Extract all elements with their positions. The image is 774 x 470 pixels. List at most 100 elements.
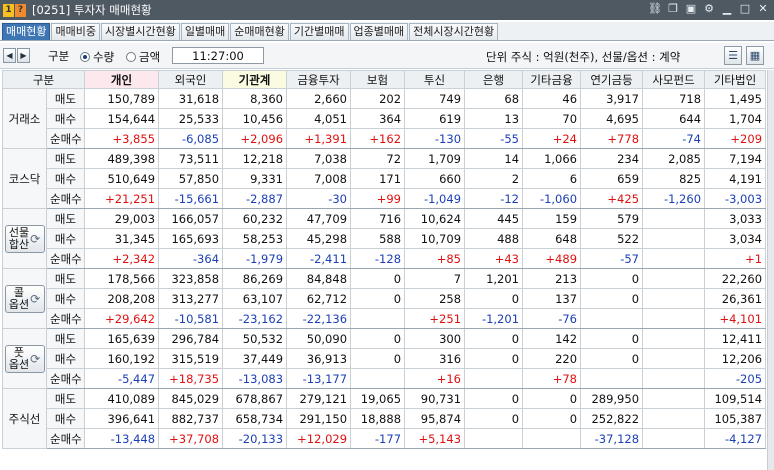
table-cell: 315,519	[158, 348, 224, 369]
table-cell: +18,735	[158, 368, 224, 389]
row-type-label: 순매수	[45, 368, 86, 389]
market-segment[interactable]: 풋 옵션 ⟳	[2, 328, 47, 389]
prev-arrow-icon[interactable]: ◀	[3, 48, 16, 63]
tab-2[interactable]: 시장별시간현황	[100, 23, 180, 40]
table-cell: 579	[580, 208, 644, 229]
table-cell: 4,695	[580, 108, 644, 129]
radio-quantity-label: 수량	[93, 50, 115, 64]
table-cell: +1,391	[286, 128, 352, 149]
table-cell: 0	[464, 288, 524, 309]
table-cell: 510,649	[84, 168, 160, 189]
window-title: [0251] 투자자 매매현황	[32, 3, 152, 17]
tab-3[interactable]: 일별매매	[180, 23, 230, 40]
copy-icon[interactable]: ❐	[666, 2, 680, 16]
header-private-fund[interactable]: 사모펀드	[642, 70, 706, 89]
table-cell: 109,514	[704, 388, 767, 409]
row-type-label: 매도	[45, 208, 86, 229]
table-cell	[642, 228, 706, 249]
tab-4[interactable]: 순매매현황	[230, 23, 289, 40]
table-cell	[642, 268, 706, 289]
radio-quantity[interactable]: 수량	[80, 49, 114, 65]
header-financial-investment[interactable]: 금융투자	[286, 70, 352, 89]
segment-toggle-button[interactable]: 선물 합산 ⟳	[4, 224, 45, 253]
maximize-icon[interactable]: □	[738, 2, 752, 16]
row-type-label: 매도	[45, 268, 86, 289]
tab-7[interactable]: 전체시장시간현황	[409, 23, 499, 40]
list-view-icon[interactable]: ☰	[724, 46, 742, 65]
radio-amount-dot[interactable]	[126, 52, 136, 62]
row-type-label: 매수	[45, 288, 86, 309]
vertical-scrollbar[interactable]	[767, 70, 774, 470]
header-type[interactable]: 구분	[1, 70, 86, 89]
table-cell: 313,277	[158, 288, 224, 309]
table-cell	[642, 348, 706, 369]
table-cell: 2	[464, 168, 524, 189]
radio-quantity-dot[interactable]	[80, 52, 90, 62]
table-cell: 0	[522, 388, 582, 409]
header-individual[interactable]: 개인	[84, 70, 160, 89]
market-segment[interactable]: 콜 옵션 ⟳	[2, 268, 47, 329]
table-cell: 234	[580, 148, 644, 169]
table-cell: 22,260	[704, 268, 767, 289]
close-icon[interactable]: ✕	[756, 2, 770, 16]
header-other-corp[interactable]: 기타법인	[704, 70, 767, 89]
table-cell	[642, 328, 706, 349]
tab-5[interactable]: 기간별매매	[289, 23, 349, 40]
header-other-finance[interactable]: 기타금융	[522, 70, 582, 89]
segment-toggle-button[interactable]: 풋 옵션 ⟳	[4, 344, 45, 373]
table-cell: 73,511	[158, 148, 224, 169]
table-cell: -13,448	[84, 428, 160, 449]
table-cell: 660	[404, 168, 466, 189]
table-cell: -57	[580, 248, 644, 269]
header-institution[interactable]: 기관계	[222, 70, 288, 89]
camera-icon[interactable]: ▣	[684, 2, 698, 16]
row-type-label: 매수	[45, 168, 86, 189]
table-cell: -177	[350, 428, 406, 449]
table-cell: -12	[464, 188, 524, 209]
table-cell: +29,642	[84, 308, 160, 329]
header-insurance[interactable]: 보험	[350, 70, 406, 89]
tab-1[interactable]: 매매비중	[51, 23, 100, 40]
table-row: 거래소 매도 150,789 31,618 8,360 2,660 202 749 68 46 3,…	[2, 88, 767, 149]
table-cell: 296,784	[158, 328, 224, 349]
radio-amount[interactable]: 금액	[126, 49, 160, 65]
table-cell: 749	[404, 88, 466, 109]
tab-0[interactable]: 매매현황	[2, 23, 51, 40]
table-cell: -13,177	[286, 368, 352, 389]
table-cell: 2,660	[286, 88, 352, 109]
table-cell: 84,848	[286, 268, 352, 289]
window-badge-1[interactable]: 1	[3, 3, 14, 17]
header-foreign[interactable]: 외국인	[158, 70, 224, 89]
segment-toggle-button[interactable]: 콜 옵션 ⟳	[4, 284, 45, 313]
table-cell: 7,008	[286, 168, 352, 189]
time-input[interactable]: 11:27:00	[172, 47, 264, 64]
table-cell: 0	[350, 288, 406, 309]
row-type-label: 매수	[45, 348, 86, 369]
investor-trading-table: 구분 개인 외국인 기관계 금융투자 보험 투신 은행 기타금융 연기금등 사모…	[1, 70, 767, 449]
table-cell	[642, 248, 706, 269]
table-cell: 60,232	[222, 208, 288, 229]
window-badge-2[interactable]: ?	[15, 3, 26, 17]
row-type-label: 순매수	[45, 128, 86, 149]
link-icon[interactable]: ⛓	[648, 2, 662, 16]
segment-label: 코스닥	[8, 171, 41, 186]
table-cell: 644	[642, 108, 706, 129]
table-cell: 291,150	[286, 408, 352, 429]
next-arrow-icon[interactable]: ▶	[17, 48, 30, 63]
tab-6[interactable]: 업종별매매	[349, 23, 409, 40]
table-cell: +2,096	[222, 128, 288, 149]
table-cell: 0	[464, 348, 524, 369]
header-bank[interactable]: 은행	[464, 70, 524, 89]
table-cell: -3,003	[704, 188, 767, 209]
header-pension[interactable]: 연기금등	[580, 70, 644, 89]
table-row: 풋 옵션 ⟳ 매도 165,639 296,784 50,532 50,090 0 300 0 14…	[2, 328, 767, 389]
header-trust[interactable]: 투신	[404, 70, 466, 89]
table-cell: 0	[580, 328, 644, 349]
grid-view-icon[interactable]: ▦	[746, 46, 764, 65]
table-cell: 178,566	[84, 268, 160, 289]
gear-icon[interactable]: ⚙	[702, 2, 716, 16]
table-cell: 445	[464, 208, 524, 229]
minimize-icon[interactable]: ▁	[720, 2, 734, 16]
row-type-label: 순매수	[45, 188, 86, 209]
market-segment[interactable]: 선물 합산 ⟳	[2, 208, 47, 269]
